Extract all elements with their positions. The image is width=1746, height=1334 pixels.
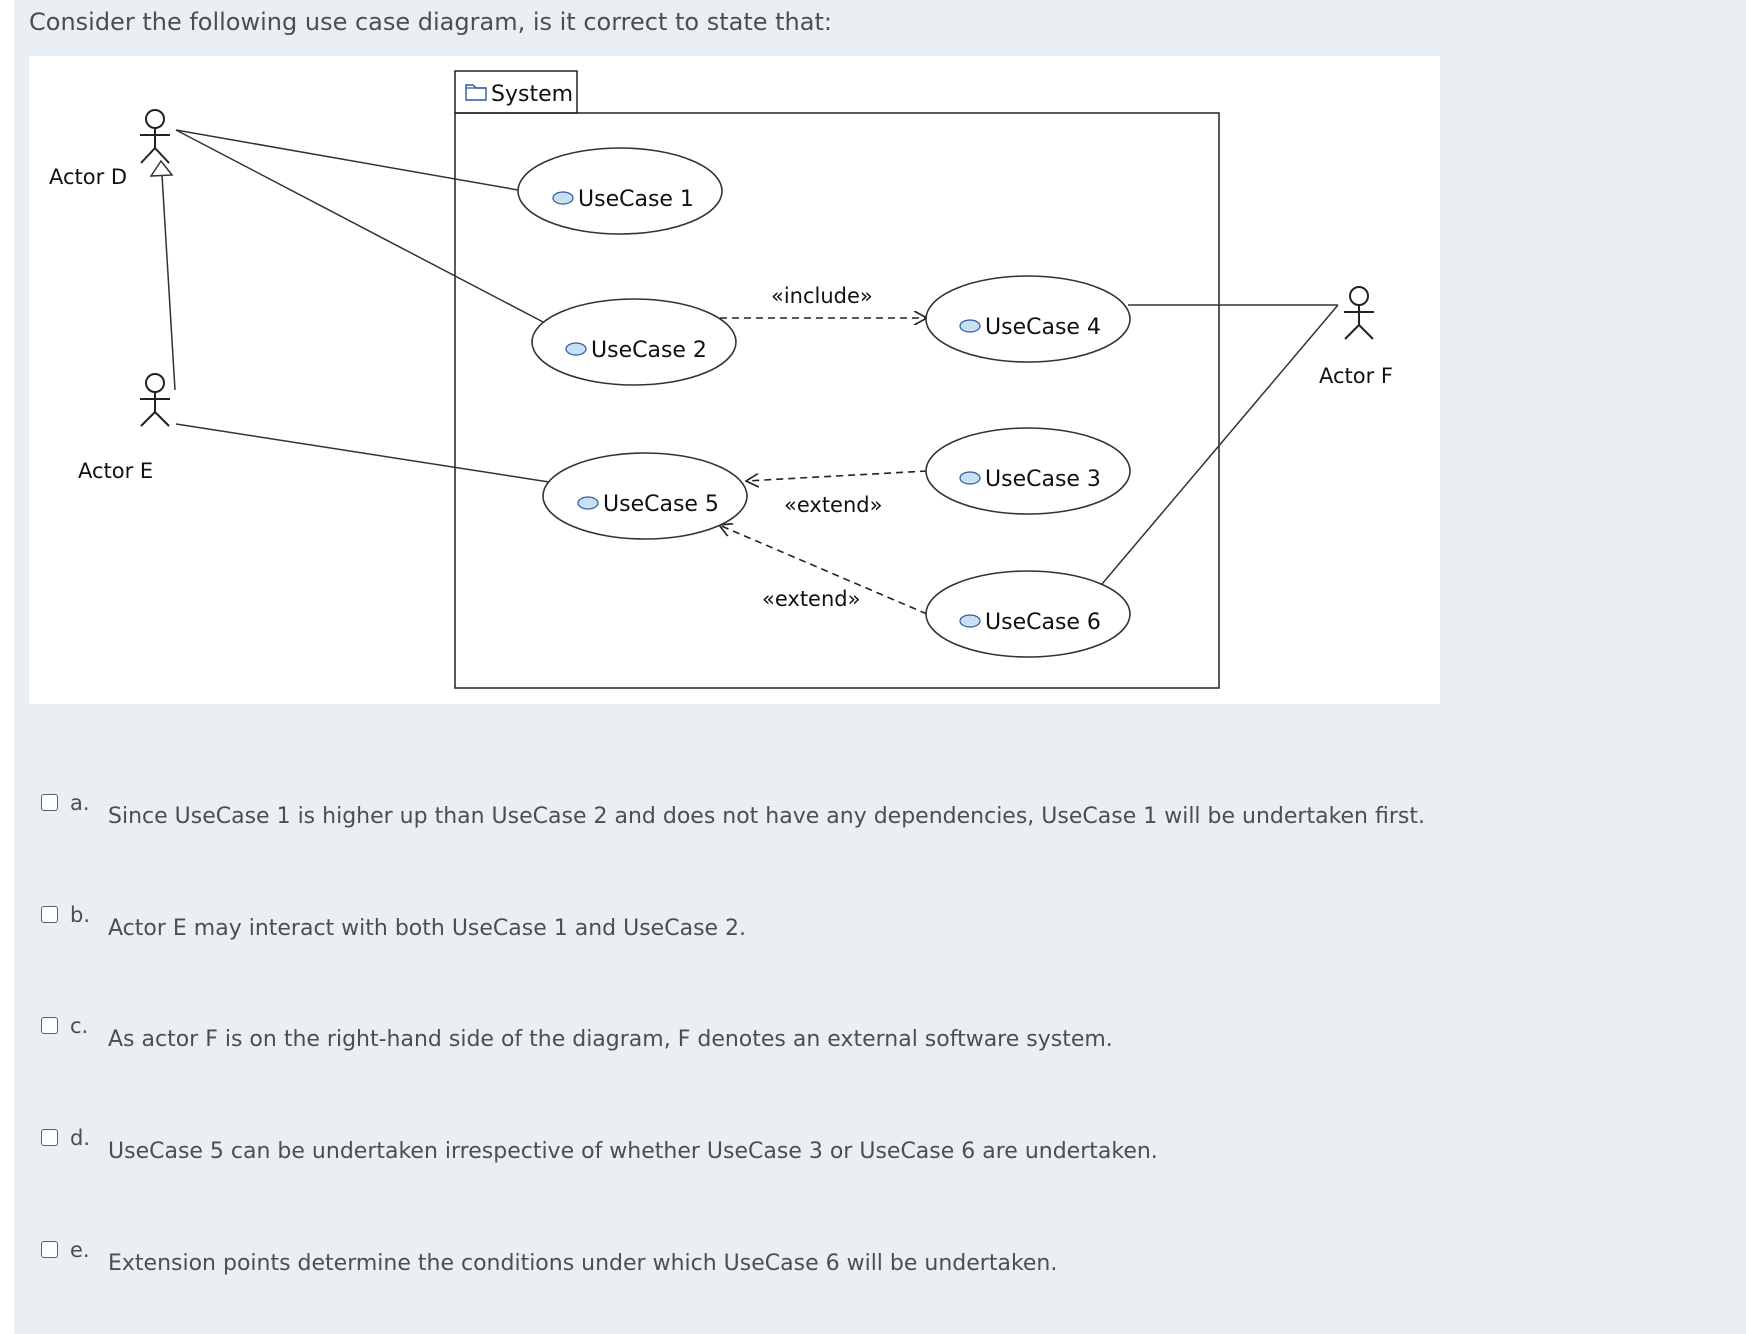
option-c[interactable]: c. As actor F is on the right-hand side … — [41, 1014, 1341, 1057]
usecase-2: UseCase 2 — [531, 298, 737, 386]
usecase-6: UseCase 6 — [925, 570, 1131, 658]
option-d-checkbox[interactable] — [41, 1129, 58, 1146]
usecase-1: UseCase 1 — [517, 147, 723, 235]
option-a-letter: a. — [70, 791, 90, 815]
assoc-d-uc1 — [175, 129, 519, 191]
question-text: Consider the following use case diagram,… — [29, 8, 832, 36]
include-label: «include» — [771, 284, 873, 308]
generalization-e-d — [149, 159, 176, 391]
system-label: System — [491, 82, 573, 107]
option-a-text: Since UseCase 1 is higher up than UseCas… — [108, 804, 1425, 829]
option-b[interactable]: b. Actor E may interact with both UseCas… — [41, 903, 1341, 946]
option-e-checkbox[interactable] — [41, 1241, 58, 1258]
option-e-text: Extension points determine the condition… — [108, 1251, 1058, 1276]
actor-d-label: Actor D — [49, 165, 127, 189]
associations — [175, 129, 1339, 585]
usecase-icon — [565, 342, 587, 356]
option-c-letter: c. — [70, 1014, 89, 1038]
option-d-text: UseCase 5 can be undertaken irrespective… — [108, 1139, 1158, 1164]
usecase-icon — [959, 471, 981, 485]
extend-label-upper: «extend» — [784, 493, 882, 517]
option-e-letter: e. — [70, 1238, 90, 1262]
option-d[interactable]: d. UseCase 5 can be undertaken irrespect… — [41, 1126, 1341, 1169]
actor-d-icon — [140, 109, 170, 164]
option-c-checkbox[interactable] — [41, 1017, 58, 1034]
assoc-e-uc5 — [175, 423, 550, 483]
dependencies — [719, 318, 928, 615]
option-e[interactable]: e. Extension points determine the condit… — [41, 1238, 1341, 1281]
option-b-letter: b. — [70, 903, 91, 927]
actor-e-label: Actor E — [78, 459, 153, 483]
actor-f-label: Actor F — [1319, 364, 1393, 388]
option-b-checkbox[interactable] — [41, 906, 58, 923]
usecase-4: UseCase 4 — [925, 275, 1131, 363]
assoc-d-uc2 — [175, 129, 546, 324]
svg-text:UseCase 5: UseCase 5 — [603, 492, 719, 517]
extend-uc3-uc5 — [746, 470, 928, 481]
svg-text:UseCase 6: UseCase 6 — [985, 610, 1101, 635]
actor-e-icon — [140, 373, 170, 427]
svg-text:UseCase 3: UseCase 3 — [985, 467, 1101, 492]
option-a[interactable]: a. Since UseCase 1 is higher up than Use… — [41, 791, 1425, 834]
use-case-diagram: System «include» «extend» «extend» UseCa… — [29, 56, 1440, 704]
svg-text:UseCase 4: UseCase 4 — [985, 315, 1101, 340]
usecase-icon — [959, 614, 981, 628]
option-b-text: Actor E may interact with both UseCase 1… — [108, 916, 747, 941]
usecase-3: UseCase 3 — [925, 427, 1131, 515]
option-a-checkbox[interactable] — [41, 794, 58, 811]
extend-label-lower: «extend» — [762, 587, 860, 611]
usecase-icon — [577, 496, 599, 510]
usecase-5: UseCase 5 — [542, 452, 748, 540]
usecase-icon — [552, 191, 574, 205]
usecase-icon — [959, 319, 981, 333]
assoc-f-uc6 — [1101, 304, 1339, 585]
option-d-letter: d. — [70, 1126, 91, 1150]
actor-f-icon — [1344, 286, 1374, 340]
svg-text:UseCase 1: UseCase 1 — [578, 187, 694, 212]
option-c-text: As actor F is on the right-hand side of … — [108, 1027, 1113, 1052]
svg-text:UseCase 2: UseCase 2 — [591, 338, 707, 363]
